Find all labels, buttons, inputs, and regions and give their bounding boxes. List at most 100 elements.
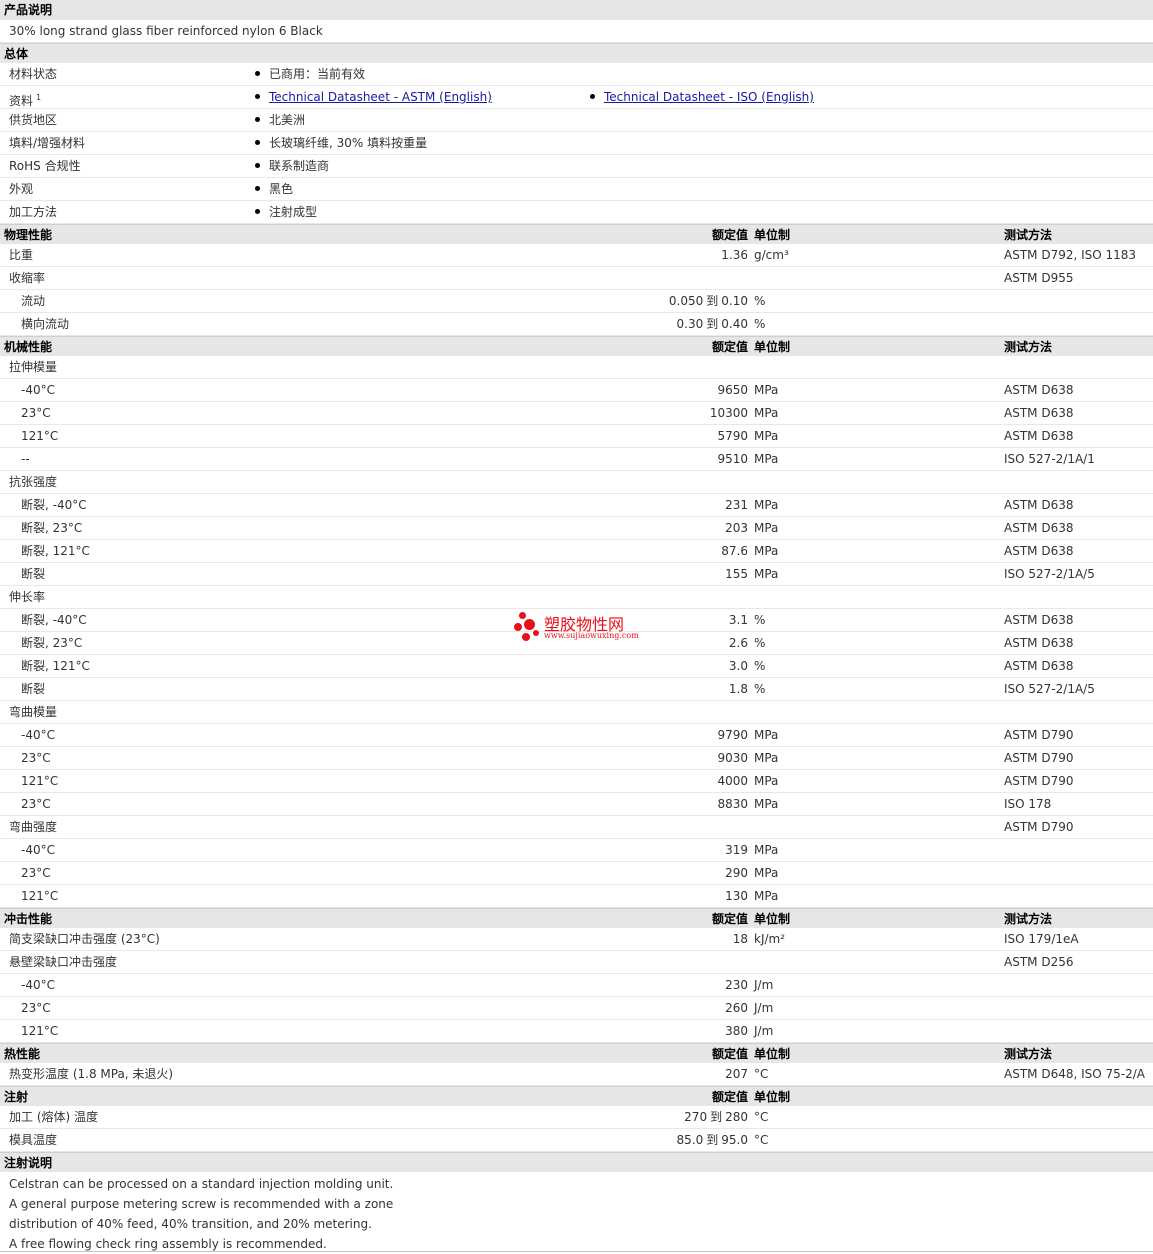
range-min: 85.0 <box>676 1133 704 1147</box>
section-title: 热性能 <box>4 1047 41 1061</box>
section-title: 物理性能 <box>4 228 53 242</box>
row-bullet-value: 联系制造商 <box>255 155 329 178</box>
row-bullet-value: 北美洲 <box>255 109 305 132</box>
property-test-method: ASTM D638 <box>1004 429 1074 443</box>
section-header-mechanical: 机械性能 额定值 单位制 测试方法 <box>0 336 1153 356</box>
property-value: 260 <box>725 1001 748 1015</box>
range-max: 280 <box>725 1110 748 1124</box>
property-unit: J/m <box>754 978 774 992</box>
property-value: 380 <box>725 1024 748 1038</box>
property-value: 230 <box>725 978 748 992</box>
property-value: 319 <box>725 843 748 857</box>
property-unit: % <box>754 294 766 308</box>
property-test-method: ASTM D792, ISO 1183 <box>1004 248 1137 262</box>
injection-rows: 加工 (熔体) 温度 270 到 280 °C 模具温度 85.0 到 95.0 °C <box>0 1106 1153 1152</box>
property-row: -40°C 230 J/m <box>0 974 1153 997</box>
property-label: 23°C <box>21 1001 51 1015</box>
label-text: 资料 <box>9 94 34 108</box>
section-header-physical: 物理性能 额定值 单位制 测试方法 <box>0 224 1153 244</box>
section-title: 机械性能 <box>4 340 53 354</box>
section-header-injection-notes: 注射说明 <box>0 1152 1153 1172</box>
bullet-text: 黑色 <box>269 182 294 196</box>
section-header-thermal: 热性能 额定值 单位制 测试方法 <box>0 1043 1153 1063</box>
property-value: 9650 <box>717 383 748 397</box>
property-row: 121°C 380 J/m <box>0 1020 1153 1043</box>
property-label: 23°C <box>21 797 51 811</box>
property-value: 9790 <box>717 728 748 742</box>
property-value: 1.8 <box>728 682 748 696</box>
link-datasheet-iso[interactable]: Technical Datasheet - ISO (English) <box>604 90 814 104</box>
property-test-method: ASTM D638 <box>1004 613 1074 627</box>
property-label: 拉伸模量 <box>9 360 58 374</box>
property-row: 121°C 130 MPa <box>0 885 1153 908</box>
property-test-method: ASTM D638 <box>1004 406 1074 420</box>
property-row: 23°C 9030 MPa ASTM D790 <box>0 747 1153 770</box>
watermark-dot-icon <box>519 612 526 619</box>
property-unit: MPa <box>754 797 779 811</box>
row-label: 加工方法 <box>9 205 58 219</box>
property-test-method: ASTM D638 <box>1004 544 1074 558</box>
property-row: 121°C 5790 MPa ASTM D638 <box>0 425 1153 448</box>
property-row: 断裂, -40°C 231 MPa ASTM D638 <box>0 494 1153 517</box>
range-separator: 到 <box>706 294 719 308</box>
property-value: 10300 <box>709 406 748 420</box>
section-title: 冲击性能 <box>4 912 53 926</box>
property-test-method: ASTM D638 <box>1004 521 1074 535</box>
property-value: 9030 <box>717 751 748 765</box>
property-row: 比重 1.36 g/cm³ ASTM D792, ISO 1183 <box>0 244 1153 267</box>
property-unit: MPa <box>754 866 779 880</box>
property-row: 伸长率 <box>0 586 1153 609</box>
range-max: 0.40 <box>721 317 748 331</box>
note-line: distribution of 40% feed, 40% transition… <box>9 1217 372 1231</box>
range-max: 95.0 <box>721 1133 748 1147</box>
general-row-processing: 加工方法 注射成型 <box>0 201 1153 224</box>
property-row: 拉伸模量 <box>0 356 1153 379</box>
bullet-text: 注射成型 <box>269 205 318 219</box>
property-label: 121°C <box>21 429 59 443</box>
watermark-dot-icon <box>514 623 522 631</box>
row-label: 材料状态 <box>9 67 58 81</box>
property-unit: MPa <box>754 728 779 742</box>
property-value: 1.36 <box>721 248 748 262</box>
property-value: 231 <box>725 498 748 512</box>
property-label: 热变形温度 (1.8 MPa, 未退火) <box>9 1067 174 1081</box>
property-label: 121°C <box>21 889 59 903</box>
property-row: 流动 0.050 到 0.10% <box>0 290 1153 313</box>
link-datasheet-astm[interactable]: Technical Datasheet - ASTM (English) <box>269 90 492 104</box>
bottom-border <box>0 1251 1153 1252</box>
watermark-logo: 塑胶物性网 www.sujiaowuxing.com <box>514 608 654 644</box>
row-bullet-value: 长玻璃纤维, 30% 填料按重量 <box>255 132 427 155</box>
column-header-value: 额定值 <box>711 228 748 242</box>
property-value: 207 <box>725 1067 748 1081</box>
section-header-general: 总体 <box>0 43 1153 63</box>
range-min: 270 <box>684 1110 708 1124</box>
property-label: 流动 <box>21 294 46 308</box>
property-value: 4000 <box>717 774 748 788</box>
property-row: 断裂, 121°C 87.6 MPa ASTM D638 <box>0 540 1153 563</box>
watermark-dot-icon <box>522 633 530 641</box>
property-label: 悬壁梁缺口冲击强度 <box>9 955 118 969</box>
property-row: 抗张强度 <box>0 471 1153 494</box>
section-header-injection: 注射 额定值 单位制 <box>0 1086 1153 1106</box>
property-value: 18 <box>732 932 748 946</box>
note-line: Celstran can be processed on a standard … <box>9 1177 394 1191</box>
property-test-method: ASTM D955 <box>1004 271 1074 285</box>
property-label: -40°C <box>21 728 55 742</box>
property-value: 3.0 <box>728 659 748 673</box>
column-header-value: 额定值 <box>711 912 748 926</box>
property-test-method: ISO 527-2/1A/5 <box>1004 567 1095 581</box>
property-row: -- 9510 MPa ISO 527-2/1A/1 <box>0 448 1153 471</box>
watermark-dot-icon <box>533 630 539 636</box>
section-title: 注射说明 <box>4 1156 53 1170</box>
property-value: 155 <box>725 567 748 581</box>
property-unit: MPa <box>754 889 779 903</box>
property-test-method: ISO 527-2/1A/5 <box>1004 682 1095 696</box>
property-test-method: ASTM D648, ISO 75-2/A <box>1004 1067 1145 1081</box>
general-row-region: 供货地区 北美洲 <box>0 109 1153 132</box>
property-label: 断裂 <box>21 682 46 696</box>
property-label: -40°C <box>21 383 55 397</box>
property-value: 5790 <box>717 429 748 443</box>
property-unit: % <box>754 317 766 331</box>
note-line: A general purpose metering screw is reco… <box>9 1197 394 1211</box>
column-header-test: 测试方法 <box>1004 340 1053 354</box>
